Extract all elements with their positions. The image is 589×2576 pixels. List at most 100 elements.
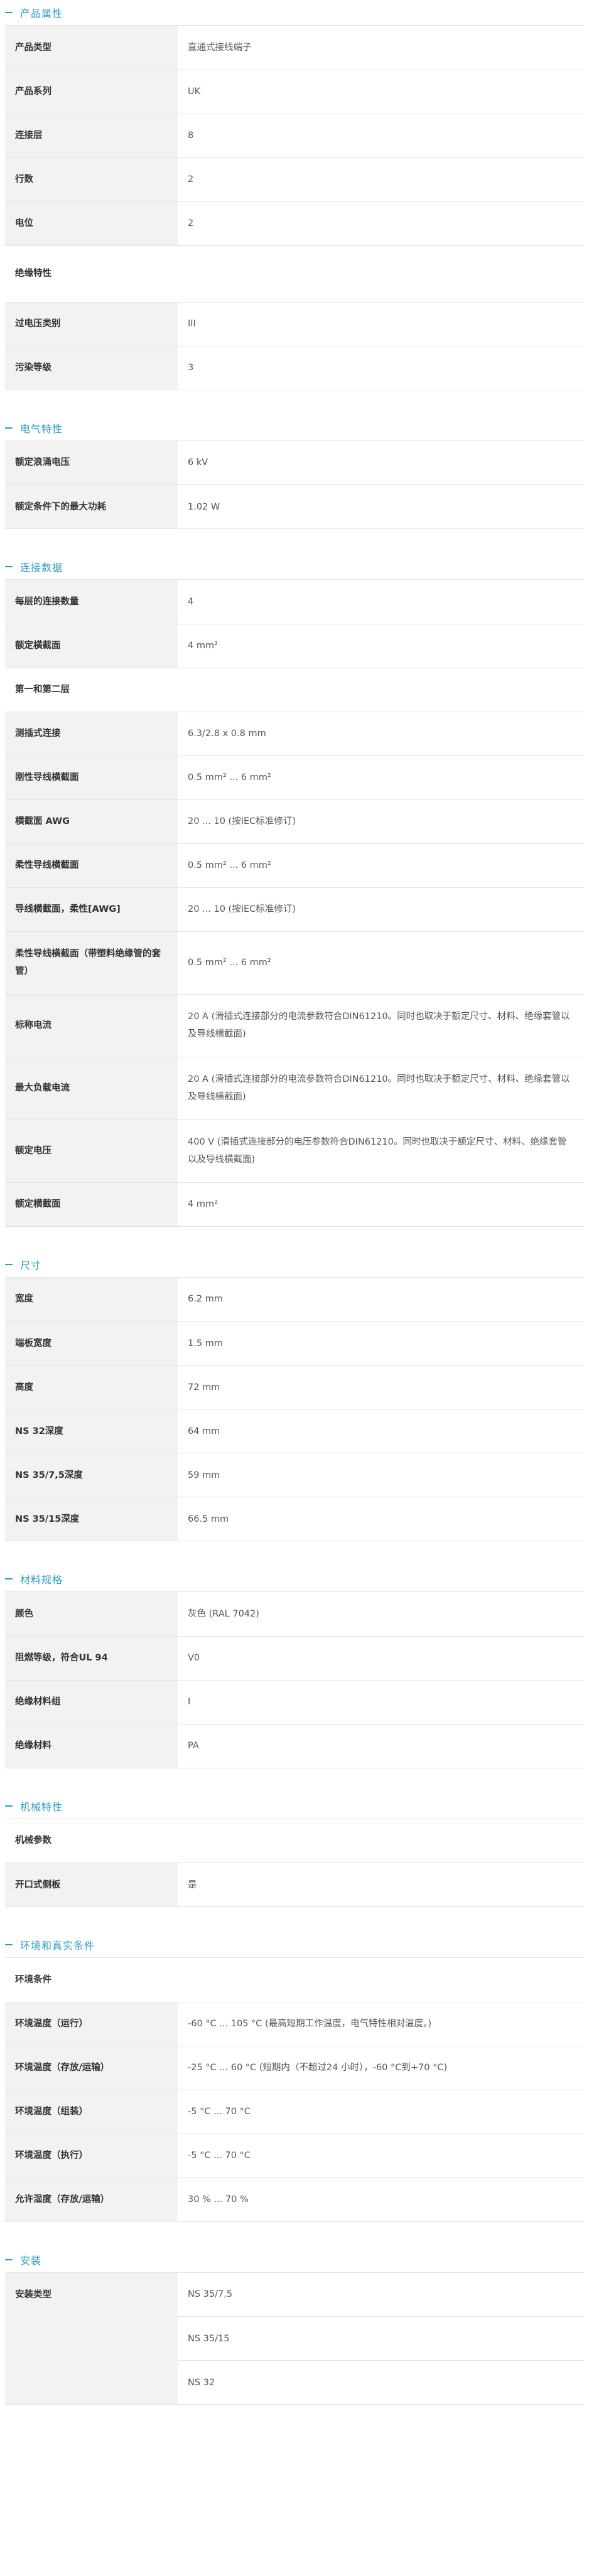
row-value: 4 mm² (178, 624, 584, 668)
row-value: -60 °C ... 105 °C (最高短期工作温度，电气特性相对温度。) (178, 2002, 584, 2046)
spec-table: 宽度 6.2 mm 端板宽度 1.5 mm 高度 72 mm NS 32深度 64 mm NS … (5, 1277, 584, 1541)
table-row: 电位 2 (5, 201, 584, 246)
row-key: 连接层 (5, 114, 178, 158)
row-key: 开口式侧板 (5, 1863, 178, 1907)
table-row: 阻燃等级，符合UL 94 V0 (5, 1636, 584, 1681)
row-key: 污染等级 (5, 346, 178, 390)
table-row: 高度 72 mm (5, 1365, 584, 1409)
row-key: 刚性导线横截面 (5, 756, 178, 800)
row-value: 20 A (滑插式连接部分的电流参数符合DIN61210。同时也取决于额定尺寸、… (178, 1057, 584, 1120)
section-dash-icon (5, 566, 13, 567)
table-row: 最大负载电流 20 A (滑插式连接部分的电流参数符合DIN61210。同时也取决… (5, 1057, 584, 1120)
table-row: 连接层 8 (5, 114, 584, 158)
row-key: 高度 (5, 1365, 178, 1409)
table-row: NS 32深度 64 mm (5, 1409, 584, 1453)
row-key: 绝缘材料 (5, 1724, 178, 1768)
row-key: 标称电流 (5, 994, 178, 1057)
subheading-row: 绝缘特性 (5, 245, 584, 302)
table-row: 测插式连接 6.3/2.8 x 0.8 mm (5, 712, 584, 756)
section-header: 安装 (0, 2247, 589, 2272)
section-title: 安装 (20, 2254, 42, 2267)
row-value: 59 mm (178, 1453, 584, 1497)
table-row: 产品系列 UK (5, 70, 584, 114)
table-row: 允许湿度（存放/运输） 30 % ... 70 % (5, 2178, 584, 2222)
row-value: 20 ... 10 (按IEC标准修订) (178, 799, 584, 844)
section-dash-icon (5, 2258, 13, 2260)
row-value: -5 °C ... 70 °C (178, 2134, 584, 2178)
row-value: 30 % ... 70 % (178, 2178, 584, 2222)
table-row: 绝缘材料组 I (5, 1680, 584, 1724)
section-dash-icon (5, 12, 13, 13)
row-value: 8 (178, 114, 584, 158)
section-title: 产品属性 (20, 8, 63, 19)
table-row: 额定电压 400 V (滑插式连接部分的电压参数符合DIN61210。同时也取决于… (5, 1120, 584, 1183)
row-key: 横截面 AWG (5, 799, 178, 844)
table-row: 行数 2 (5, 158, 584, 202)
row-key: 每层的连接数量 (5, 580, 178, 624)
row-value: 0.5 mm² ... 6 mm² (178, 843, 584, 888)
subheading-row: 环境条件 (5, 1958, 584, 2002)
row-key: 环境温度（组装） (5, 2090, 178, 2134)
row-key: 阻燃等级，符合UL 94 (5, 1636, 178, 1681)
table-row: 额定横截面 4 mm² (5, 624, 584, 668)
row-key: 额定条件下的最大功耗 (5, 484, 178, 529)
row-value: 400 V (滑插式连接部分的电压参数符合DIN61210。同时也取决于额定尺寸… (178, 1120, 584, 1183)
row-value: -25 °C ... 60 °C (短期内（不超过24 小时），-60 °C到+… (178, 2046, 584, 2090)
row-value: 4 (178, 580, 584, 624)
row-value: NS 35/7,5 (178, 2272, 584, 2317)
row-key: 颜色 (5, 1592, 178, 1637)
spec-table: 环境条件 环境温度（运行） -60 °C ... 105 °C (最高短期工作温度，… (5, 1958, 584, 2222)
table-row: NS 35/15深度 66.5 mm (5, 1497, 584, 1541)
subheading-row: 机械参数 (5, 1819, 584, 1863)
table-row: 刚性导线横截面 0.5 mm² ... 6 mm² (5, 756, 584, 800)
spec-table: 颜色 灰色 (RAL 7042) 阻燃等级，符合UL 94 V0 绝缘材料组 I 绝缘材料 P… (5, 1592, 584, 1768)
section-header: 机械特性 (0, 1793, 589, 1819)
row-key: 额定横截面 (5, 624, 178, 668)
row-value: 6 kV (178, 441, 584, 485)
row-key: 额定电压 (5, 1120, 178, 1183)
row-value: 1.5 mm (178, 1321, 584, 1365)
table-row: 额定横截面 4 mm² (5, 1182, 584, 1227)
row-key: NS 32深度 (5, 1409, 178, 1453)
subheading-label: 绝缘特性 (5, 245, 584, 302)
row-key: 端板宽度 (5, 1321, 178, 1365)
section-title: 电气特性 (20, 422, 63, 435)
table-row: 额定条件下的最大功耗 1.02 W (5, 484, 584, 529)
row-value: III (178, 302, 584, 346)
section-header: 产品属性 (0, 0, 589, 25)
table-row: 开口式侧板是 (5, 1863, 584, 1907)
table-row: 端板宽度 1.5 mm (5, 1321, 584, 1365)
section-title: 连接数据 (20, 562, 63, 574)
row-key: 柔性导线横截面 (5, 843, 178, 888)
section-header: 电气特性 (0, 415, 589, 441)
table-row: 环境温度（运行） -60 °C ... 105 °C (最高短期工作温度，电气特性… (5, 2002, 584, 2046)
row-key: 产品类型 (5, 26, 178, 70)
row-key: 宽度 (5, 1277, 178, 1322)
row-key: 额定横截面 (5, 1182, 178, 1227)
section-dash-icon (5, 427, 13, 429)
row-value: 0.5 mm² ... 6 mm² (178, 756, 584, 800)
row-key: 环境温度（存放/运输） (5, 2046, 178, 2090)
row-key: 测插式连接 (5, 712, 178, 756)
table-row: 标称电流 20 A (滑插式连接部分的电流参数符合DIN61210。同时也取决于额… (5, 994, 584, 1057)
table-row: 环境温度（组装） -5 °C ... 70 °C (5, 2090, 584, 2134)
row-key: 允许湿度（存放/运输） (5, 2178, 178, 2222)
row-value: 直通式接线端子 (178, 26, 584, 70)
row-key: 电位 (5, 201, 178, 246)
row-key: 环境温度（运行） (5, 2002, 178, 2046)
subheading-row: 第一和第二层 (5, 668, 584, 712)
row-value: 0.5 mm² ... 6 mm² (178, 931, 584, 995)
table-row: 横截面 AWG 20 ... 10 (按IEC标准修订) (5, 799, 584, 844)
row-value: 6.2 mm (178, 1277, 584, 1322)
table-row: 柔性导线横截面（带塑料绝缘管的套管） 0.5 mm² ... 6 mm² (5, 931, 584, 995)
row-value: 3 (178, 346, 584, 390)
row-key: 绝缘材料组 (5, 1680, 178, 1724)
row-value: I (178, 1680, 584, 1724)
row-key: NS 35/7,5深度 (5, 1453, 178, 1497)
subheading-label: 机械参数 (5, 1819, 584, 1863)
row-value: 66.5 mm (178, 1497, 584, 1541)
